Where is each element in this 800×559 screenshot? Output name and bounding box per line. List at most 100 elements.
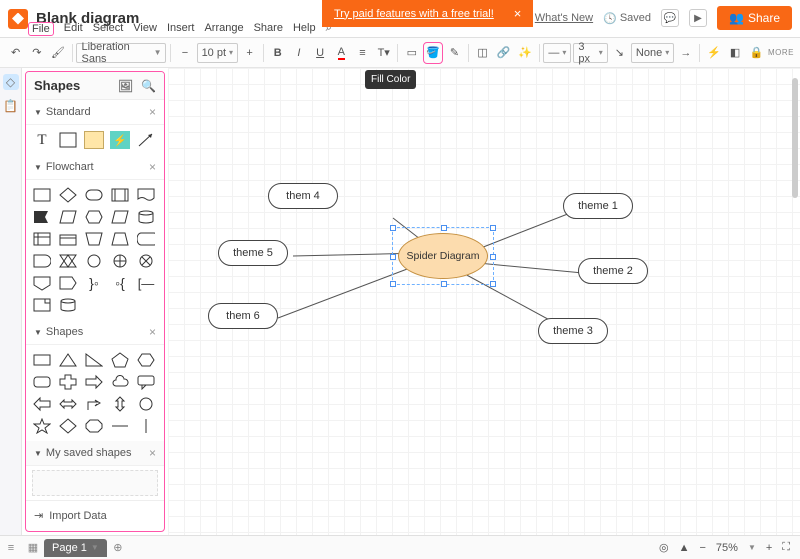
fc-note[interactable] bbox=[32, 296, 52, 314]
stroke-width-select[interactable]: 3 px▾ bbox=[573, 43, 607, 63]
line-end-select[interactable]: None▾ bbox=[631, 43, 674, 63]
fc-document[interactable] bbox=[136, 186, 156, 204]
add-page-button[interactable]: ⊕ bbox=[107, 541, 129, 554]
node-t1[interactable]: theme 1 bbox=[563, 193, 633, 219]
menu-arrange[interactable]: Arrange bbox=[204, 22, 243, 36]
resize-handle[interactable] bbox=[441, 281, 447, 287]
menu-insert[interactable]: Insert bbox=[167, 22, 195, 36]
whats-new-link[interactable]: What's New bbox=[535, 12, 593, 24]
resize-handle[interactable] bbox=[490, 225, 496, 231]
fc-tag[interactable] bbox=[58, 274, 78, 292]
shape-arrow[interactable] bbox=[136, 131, 156, 149]
font-size-select[interactable]: 10 pt ▾ bbox=[197, 43, 238, 63]
bs-cloud[interactable] bbox=[110, 373, 130, 391]
bs-arrow-ud[interactable] bbox=[110, 395, 130, 413]
shape-style-button[interactable]: ▭ bbox=[402, 42, 421, 64]
fc-bracket[interactable]: [— bbox=[136, 274, 156, 292]
bold-button[interactable]: B bbox=[268, 42, 287, 64]
layers-bottom-icon[interactable]: ▲ bbox=[679, 542, 690, 554]
link-button[interactable]: 🔗 bbox=[494, 42, 513, 64]
bs-hexagon[interactable] bbox=[136, 351, 156, 369]
node-t4[interactable]: them 4 bbox=[268, 183, 338, 209]
menu-edit[interactable]: Edit bbox=[64, 22, 83, 36]
shape-text[interactable]: T bbox=[32, 131, 52, 149]
shape-filled-rect[interactable] bbox=[84, 131, 104, 149]
menu-help[interactable]: Help bbox=[293, 22, 316, 36]
clipboard-rail-button[interactable]: 📋 bbox=[3, 98, 19, 114]
text-color-button[interactable]: A bbox=[332, 42, 351, 64]
fc-manual[interactable] bbox=[84, 230, 104, 248]
fc-brace-r[interactable]: }◦ bbox=[84, 274, 104, 292]
resize-handle[interactable] bbox=[390, 254, 396, 260]
target-icon[interactable]: ◎ bbox=[659, 541, 669, 554]
resize-handle[interactable] bbox=[441, 225, 447, 231]
fc-connector[interactable] bbox=[84, 252, 104, 270]
saved-shapes-dropzone[interactable] bbox=[32, 470, 158, 496]
fc-sum[interactable] bbox=[136, 252, 156, 270]
bs-diamond[interactable] bbox=[58, 417, 78, 435]
bs-rounded[interactable] bbox=[32, 373, 52, 391]
close-icon[interactable]: × bbox=[149, 325, 156, 339]
line-dash-select[interactable]: —▾ bbox=[543, 43, 571, 63]
resize-handle[interactable] bbox=[390, 225, 396, 231]
fc-offpage[interactable] bbox=[32, 274, 52, 292]
fc-display[interactable] bbox=[58, 252, 78, 270]
menu-view[interactable]: View bbox=[133, 22, 157, 36]
fc-or[interactable] bbox=[110, 252, 130, 270]
close-icon[interactable]: × bbox=[149, 446, 156, 460]
section-shapes[interactable]: ▼Shapes × bbox=[26, 320, 164, 345]
import-data-button[interactable]: ⇥ Import Data bbox=[26, 500, 164, 530]
fc-predef[interactable] bbox=[110, 186, 130, 204]
zoom-in-button[interactable]: + bbox=[766, 542, 772, 554]
menu-select[interactable]: Select bbox=[93, 22, 124, 36]
bs-arrow-bend[interactable] bbox=[84, 395, 104, 413]
section-saved[interactable]: ▼My saved shapes × bbox=[26, 441, 164, 466]
vertical-scrollbar[interactable] bbox=[790, 68, 798, 488]
bs-star[interactable] bbox=[32, 417, 52, 435]
arrow-start-button[interactable]: ↘ bbox=[610, 42, 629, 64]
fullscreen-icon[interactable]: ⛶ bbox=[782, 541, 790, 554]
more-button[interactable]: MORE bbox=[768, 48, 794, 57]
fill-color-button[interactable]: 🪣 bbox=[423, 42, 442, 64]
zoom-out-button[interactable]: − bbox=[699, 542, 705, 554]
text-options-button[interactable]: T▾ bbox=[374, 42, 393, 64]
fc-brace-l[interactable]: ◦{ bbox=[110, 274, 130, 292]
zoom-level[interactable]: 75% bbox=[716, 542, 738, 554]
bs-octagon[interactable] bbox=[84, 417, 104, 435]
italic-button[interactable]: I bbox=[289, 42, 308, 64]
bs-rtriangle[interactable] bbox=[84, 351, 104, 369]
bs-cross[interactable] bbox=[58, 373, 78, 391]
fc-parallelogram[interactable] bbox=[110, 208, 130, 226]
saved-indicator[interactable]: 🕓 Saved bbox=[603, 12, 651, 25]
bs-callout[interactable] bbox=[136, 373, 156, 391]
canvas[interactable]: them 4 theme 5 them 6 theme 1 theme 2 th… bbox=[168, 68, 800, 535]
node-t6[interactable]: them 6 bbox=[208, 303, 278, 329]
fc-trap[interactable] bbox=[110, 230, 130, 248]
fc-decision[interactable] bbox=[58, 186, 78, 204]
bs-vline[interactable] bbox=[136, 417, 156, 435]
align-button[interactable]: ≡ bbox=[353, 42, 372, 64]
image-search-icon[interactable]: 🖼 bbox=[118, 79, 133, 93]
bs-arrow-r[interactable] bbox=[84, 373, 104, 391]
line-style-button[interactable]: ◫ bbox=[473, 42, 492, 64]
resize-handle[interactable] bbox=[490, 281, 496, 287]
fc-terminator[interactable] bbox=[84, 186, 104, 204]
bs-arrow-l[interactable] bbox=[32, 395, 52, 413]
magic-button[interactable]: ✨ bbox=[515, 42, 534, 64]
font-select[interactable]: Liberation Sans ▼ bbox=[76, 43, 166, 63]
close-icon[interactable]: × bbox=[149, 105, 156, 119]
lock-icon[interactable]: 🔒 bbox=[747, 42, 766, 64]
bs-pentagon[interactable] bbox=[110, 351, 130, 369]
promo-close-button[interactable]: × bbox=[514, 6, 522, 21]
section-flowchart[interactable]: ▼Flowchart × bbox=[26, 155, 164, 180]
grid-view-icon[interactable]: ▦ bbox=[22, 541, 44, 554]
comment-icon[interactable]: 💬 bbox=[661, 9, 679, 27]
fc-flag[interactable] bbox=[32, 208, 52, 226]
fc-stored[interactable] bbox=[136, 230, 156, 248]
fc-delay[interactable] bbox=[32, 252, 52, 270]
underline-button[interactable]: U bbox=[310, 42, 329, 64]
bs-arrow-lr[interactable] bbox=[58, 395, 78, 413]
redo-button[interactable]: ↷ bbox=[27, 42, 46, 64]
fc-process[interactable] bbox=[32, 186, 52, 204]
list-view-icon[interactable]: ≡ bbox=[0, 542, 22, 554]
